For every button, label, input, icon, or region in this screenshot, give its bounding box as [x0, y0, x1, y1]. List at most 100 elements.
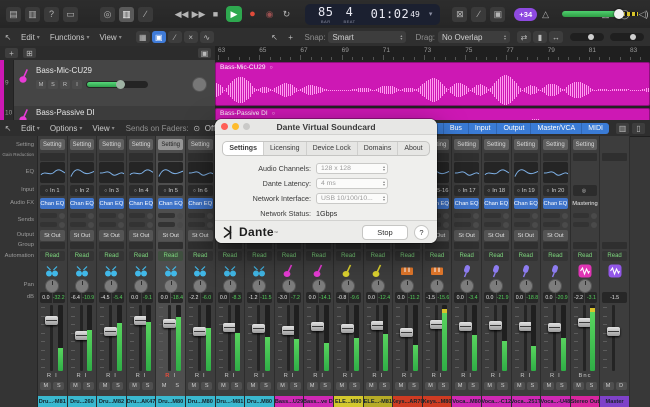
- record-button[interactable]: ●: [246, 7, 259, 22]
- input-monitor-button[interactable]: I: [55, 373, 58, 379]
- pan-knob[interactable]: [489, 279, 503, 293]
- eq-thumbnail[interactable]: [454, 162, 479, 183]
- drag-dropdown[interactable]: No Overlap ▴▾: [438, 31, 510, 43]
- group-slot[interactable]: [306, 242, 331, 249]
- eq-thumbnail[interactable]: [99, 162, 124, 183]
- track-name[interactable]: Bass-Passive DI: [36, 108, 95, 117]
- metronome-icon[interactable]: △: [542, 7, 549, 22]
- fader-cap[interactable]: [311, 322, 324, 331]
- smart-controls-icon[interactable]: ◎: [100, 7, 115, 22]
- eq-thumbnail[interactable]: [70, 162, 95, 183]
- tab-about[interactable]: About: [398, 142, 428, 155]
- tab-device-lock[interactable]: Device Lock: [307, 142, 358, 155]
- channel-name-label[interactable]: Bass...U29: [275, 396, 304, 407]
- zoom-window-icon[interactable]: [243, 123, 250, 130]
- record-enable-button[interactable]: R: [550, 373, 555, 379]
- solo-button[interactable]: S: [556, 382, 567, 390]
- quick-help-icon[interactable]: ?: [44, 7, 59, 22]
- mute-button[interactable]: M: [455, 382, 466, 390]
- send-knob[interactable]: [59, 213, 65, 219]
- solo-button[interactable]: S: [320, 382, 331, 390]
- pan-knob[interactable]: [45, 279, 59, 293]
- eq-thumbnail[interactable]: [543, 162, 568, 183]
- group-slot[interactable]: [158, 242, 183, 249]
- input-monitor-button[interactable]: I: [292, 373, 295, 379]
- send-knob[interactable]: [443, 213, 449, 219]
- library-icon[interactable]: ▤: [6, 7, 21, 22]
- automation-mode-button[interactable]: Read: [188, 251, 213, 261]
- sends-slots[interactable]: [602, 211, 627, 229]
- send-knob[interactable]: [118, 213, 124, 219]
- input-monitor-button[interactable]: I: [85, 373, 88, 379]
- group-slot[interactable]: [99, 242, 124, 249]
- click-icon[interactable]: ▣: [490, 7, 505, 22]
- catch-playhead-icon[interactable]: ▮: [533, 31, 547, 43]
- fader-cap[interactable]: [134, 316, 147, 325]
- channel-name-label[interactable]: Keys...AR70: [393, 396, 422, 407]
- fader-cap[interactable]: [223, 323, 236, 332]
- send-knob[interactable]: [591, 213, 597, 219]
- mute-button[interactable]: M: [159, 382, 170, 390]
- record-enable-button[interactable]: R: [520, 373, 525, 379]
- output-button[interactable]: St Out: [99, 230, 124, 241]
- fader-cap[interactable]: [430, 320, 443, 329]
- link-icon[interactable]: ↔: [549, 31, 563, 43]
- tab-domains[interactable]: Domains: [358, 142, 399, 155]
- pan-knob[interactable]: [252, 279, 266, 293]
- channel-name-label[interactable]: Dru...-M81: [38, 396, 67, 407]
- track-name[interactable]: Bass-Mic-CU29: [36, 66, 92, 75]
- output-button[interactable]: St Out: [40, 230, 65, 241]
- channel-setting-button[interactable]: Setting: [99, 139, 124, 150]
- pan-knob[interactable]: [548, 279, 562, 293]
- send-knob[interactable]: [503, 222, 509, 228]
- fader-cap[interactable]: [548, 323, 561, 332]
- pan-knob[interactable]: [371, 279, 385, 293]
- solo-button[interactable]: S: [201, 382, 212, 390]
- input-monitor-button[interactable]: I: [173, 373, 176, 379]
- toolbar-icon[interactable]: ▭: [63, 7, 78, 22]
- channel-strip[interactable]: Setting◎MasteringRead-2.2-3.1BncMSStereo…: [571, 136, 601, 407]
- send-knob[interactable]: [147, 222, 153, 228]
- sends-slots[interactable]: [573, 211, 598, 229]
- network-interface-select[interactable]: USB 10/100/10... ▴▾: [316, 193, 388, 204]
- send-knob[interactable]: [562, 222, 568, 228]
- channel-name-label[interactable]: Voca...M80: [452, 396, 481, 407]
- group-slot[interactable]: [454, 242, 479, 249]
- input-monitor-button[interactable]: I: [351, 373, 354, 379]
- filter-button-mastervca[interactable]: Master/VCA: [531, 123, 582, 134]
- bounce-button[interactable]: Bnc: [578, 373, 591, 379]
- eq-thumbnail[interactable]: [188, 162, 213, 183]
- solo-button[interactable]: S: [527, 382, 538, 390]
- solo-button[interactable]: S: [142, 382, 153, 390]
- slider-knob[interactable]: [630, 34, 636, 40]
- channel-name-label[interactable]: Voca...251T: [512, 396, 541, 407]
- sends-slots[interactable]: [99, 211, 124, 229]
- snap-dropdown[interactable]: Smart ▴▾: [328, 31, 406, 43]
- solo-button[interactable]: S: [172, 382, 183, 390]
- automation-mode-button[interactable]: Read: [602, 251, 627, 261]
- solo-button[interactable]: S: [438, 382, 449, 390]
- lcd-chevron-down-icon[interactable]: ▾: [429, 10, 433, 18]
- eq-thumbnail[interactable]: [129, 162, 154, 183]
- input-monitor-button[interactable]: I: [440, 373, 443, 379]
- record-enable-button[interactable]: R: [461, 373, 466, 379]
- add-track-button[interactable]: +: [5, 48, 18, 58]
- dante-latency-select[interactable]: 4 ms ▴▾: [316, 178, 388, 189]
- menu-edit[interactable]: Edit▾: [21, 33, 40, 42]
- pan-knob[interactable]: [460, 279, 474, 293]
- input-monitor-button[interactable]: I: [144, 373, 147, 379]
- mute-button[interactable]: M: [277, 382, 288, 390]
- input-monitor-button[interactable]: I: [529, 373, 532, 379]
- mute-button[interactable]: M: [70, 382, 81, 390]
- send-knob[interactable]: [503, 213, 509, 219]
- capture-button[interactable]: ◉: [263, 7, 276, 22]
- command-click-tool-button[interactable]: +: [284, 31, 298, 43]
- align-guides-icon[interactable]: ⇄: [517, 31, 531, 43]
- audio-region[interactable]: Bass-Mic-CU29○: [215, 62, 650, 106]
- automation-mode-button[interactable]: Read: [484, 251, 509, 261]
- browsers-icon[interactable]: ◁): [636, 7, 650, 22]
- group-slot[interactable]: [573, 242, 598, 249]
- sends-slots[interactable]: [70, 211, 95, 229]
- solo-button[interactable]: S: [112, 382, 123, 390]
- channel-name-label[interactable]: Voca...-C12: [482, 396, 511, 407]
